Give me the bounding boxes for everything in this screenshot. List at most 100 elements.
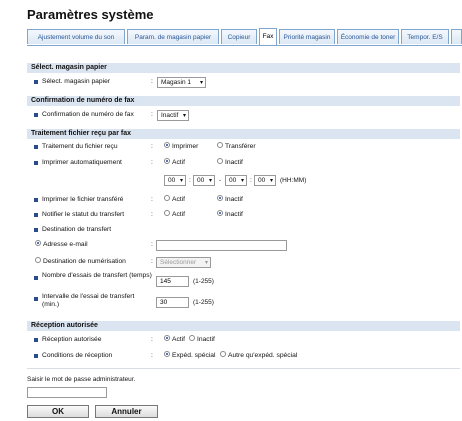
row-autoprint: Imprimer automatiquement : Actif Inactif [27, 157, 460, 169]
bullet-icon [34, 198, 38, 202]
authorized-label: Réception autorisée [42, 336, 102, 343]
print-transferred-label: Imprimer le fichier transféré [42, 196, 124, 203]
processing-transfer-option[interactable]: Transférer [217, 141, 256, 153]
conditions-special-label: Expéd. spécial [172, 352, 216, 359]
colon: : [151, 111, 153, 118]
tab-copier[interactable]: Copieur [221, 29, 257, 44]
conditions-label: Conditions de réception [42, 352, 113, 359]
radio-selected-icon[interactable] [164, 335, 170, 342]
scan-dest-value: Sélectionner [160, 259, 197, 266]
section-paper-tray: Sélect. magasin papier [27, 63, 460, 73]
radio-selected-icon[interactable] [35, 240, 41, 247]
bullet-icon [34, 276, 38, 280]
conditions-other-label: Autre qu'expéd. spécial [228, 352, 298, 359]
end-minute-select[interactable]: 00 ▾ [254, 175, 276, 186]
radio-icon[interactable] [217, 142, 223, 149]
radio-selected-icon[interactable] [217, 195, 223, 202]
paper-tray-select[interactable]: Magasin 1 ▾ [157, 77, 206, 88]
row-time-range: 00 ▾ : 00 ▾ - 00 ▾ : 00 ▾ (HH:MM) [27, 175, 460, 187]
radio-icon[interactable] [35, 257, 41, 264]
bullet-icon [34, 113, 38, 117]
paper-tray-value: Magasin 1 [161, 79, 191, 86]
row-conditions: Conditions de réception : Expéd. spécial… [27, 350, 460, 362]
section-received-file: Traitement fichier reçu par fax [27, 129, 460, 139]
divider [27, 368, 460, 369]
start-hour-value: 00 [168, 177, 176, 184]
colon: : [151, 352, 153, 359]
radio-icon[interactable] [217, 158, 223, 165]
print-transferred-off-label: Inactif [225, 196, 243, 203]
chevron-down-icon: ▾ [240, 178, 244, 184]
print-transferred-on-option[interactable]: Actif [164, 194, 185, 206]
email-input[interactable] [156, 240, 287, 251]
fax-confirm-select[interactable]: Inactif ▾ [157, 110, 189, 121]
row-authorized: Réception autorisée : Actif Inactif [27, 334, 460, 346]
bullet-icon [34, 297, 38, 301]
start-hour-select[interactable]: 00 ▾ [164, 175, 186, 186]
radio-icon[interactable] [189, 335, 195, 342]
processing-label: Traitement du fichier reçu [42, 143, 118, 150]
colon: : [151, 159, 153, 166]
email-option[interactable]: Adresse e-mail [35, 239, 88, 251]
notify-on-option[interactable]: Actif [164, 209, 185, 221]
radio-icon[interactable] [220, 351, 226, 358]
bullet-icon [34, 80, 38, 84]
radio-icon[interactable] [164, 195, 170, 202]
tab-io-timeout[interactable]: Tempor. E/S [401, 29, 449, 44]
tab-overflow[interactable] [451, 29, 462, 44]
colon: : [151, 78, 153, 85]
tab-underline [27, 45, 462, 46]
paper-tray-label: Sélect. magasin papier [42, 78, 111, 85]
autoprint-off-option[interactable]: Inactif [217, 157, 243, 169]
interval-label: Intervalle de l'essai de transfert (min.… [42, 293, 135, 308]
bullet-icon [34, 338, 38, 342]
radio-selected-icon[interactable] [164, 158, 170, 165]
scan-dest-option[interactable]: Destination de numérisation [35, 256, 126, 268]
conditions-other-option[interactable]: Autre qu'expéd. spécial [220, 350, 297, 362]
fax-confirm-label: Confirmation de numéro de fax [42, 111, 134, 118]
ok-button[interactable]: OK [27, 405, 89, 418]
bullet-icon [34, 228, 38, 232]
authorized-off-option[interactable]: Inactif [189, 334, 215, 346]
password-input[interactable] [27, 387, 107, 398]
authorized-on-option[interactable]: Actif [164, 334, 185, 346]
tab-sound-volume[interactable]: Ajustement volume du son [27, 29, 125, 44]
autoprint-off-label: Inactif [225, 159, 243, 166]
notify-off-label: Inactif [225, 211, 243, 218]
tab-tray-priority[interactable]: Priorité magasin [279, 29, 335, 44]
chevron-down-icon: ▾ [269, 178, 273, 184]
retries-input[interactable] [156, 276, 189, 287]
radio-selected-icon[interactable] [217, 210, 223, 217]
colon: : [151, 211, 153, 218]
processing-print-label: Imprimer [172, 143, 199, 150]
radio-selected-icon[interactable] [164, 351, 170, 358]
section-fax-confirm: Confirmation de numéro de fax [27, 96, 460, 106]
scan-dest-option-label: Destination de numérisation [43, 258, 126, 265]
time-dash: - [219, 177, 222, 184]
row-processing: Traitement du fichier reçu : Imprimer Tr… [27, 141, 460, 153]
tab-toner-saving[interactable]: Économie de toner [337, 29, 399, 44]
destination-label: Destination de transfert [42, 226, 112, 233]
tab-bar: Ajustement volume du son Param. de magas… [27, 28, 462, 46]
processing-print-option[interactable]: Imprimer [164, 141, 198, 153]
print-transferred-off-option[interactable]: Inactif [217, 194, 243, 206]
processing-transfer-label: Transférer [225, 143, 256, 150]
tab-paper-tray[interactable]: Param. de magasin papier [127, 29, 219, 44]
cancel-button[interactable]: Annuler [95, 405, 158, 418]
autoprint-on-option[interactable]: Actif [164, 157, 185, 169]
tab-fax[interactable]: Fax [259, 28, 277, 45]
radio-selected-icon[interactable] [164, 142, 170, 149]
end-hour-select[interactable]: 00 ▾ [225, 175, 247, 186]
radio-icon[interactable] [164, 210, 170, 217]
interval-input[interactable] [156, 297, 189, 308]
row-destination: Destination de transfert [27, 224, 460, 236]
row-fax-confirm: Confirmation de numéro de fax : Inactif ▾ [27, 109, 460, 121]
start-minute-select[interactable]: 00 ▾ [193, 175, 215, 186]
colon: : [151, 196, 153, 203]
row-notify: Notifier le statut du transfert : Actif … [27, 209, 460, 221]
print-transferred-on-label: Actif [172, 196, 186, 203]
notify-off-option[interactable]: Inactif [217, 209, 243, 221]
scan-dest-select[interactable]: Sélectionner ▾ [156, 257, 211, 268]
conditions-special-option[interactable]: Expéd. spécial [164, 350, 216, 362]
time-format-hint: (HH:MM) [280, 177, 307, 184]
